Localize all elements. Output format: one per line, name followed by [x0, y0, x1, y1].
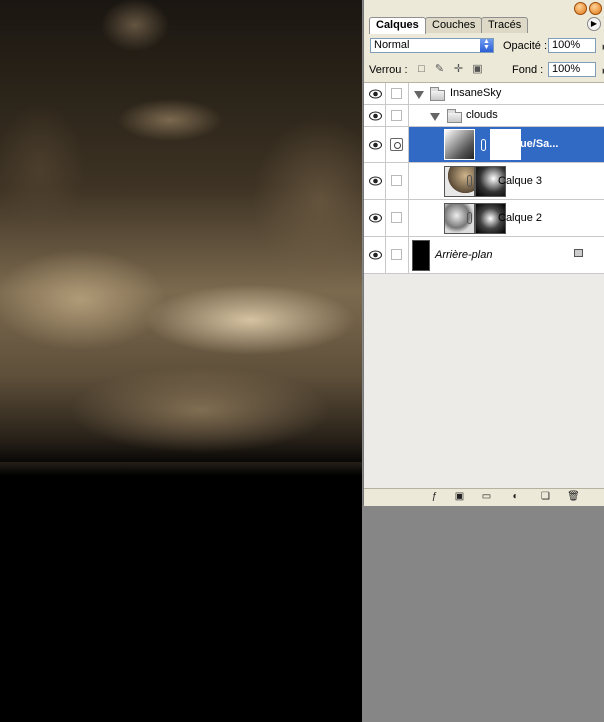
tab-calques[interactable]: Calques [369, 17, 426, 34]
visibility-cell [364, 163, 386, 199]
fill-value: 100% [552, 63, 581, 75]
eye-icon[interactable] [369, 89, 382, 99]
lock-label: Verrou : [369, 64, 408, 76]
visibility-cell [364, 105, 386, 126]
palette-tabs: Calques Couches Tracés ▶ [364, 0, 604, 34]
link-cell [386, 127, 409, 162]
trash-icon[interactable]: 🗑 [567, 491, 580, 503]
expand-triangle-icon[interactable] [414, 91, 424, 99]
link-cell [386, 200, 409, 236]
blend-mode-select[interactable]: Normal ▲ ▼ [370, 38, 494, 53]
adjustment-thumbnail[interactable] [444, 129, 475, 160]
adjustment-layer-icon[interactable]: ◐ [509, 491, 522, 503]
link-checkbox[interactable] [391, 212, 402, 223]
layer-name[interactable]: Calque 2 [498, 212, 542, 224]
mask-link-icon[interactable] [390, 138, 403, 151]
visibility-cell [364, 200, 386, 236]
folder-icon [430, 87, 445, 101]
layers-palette: Calques Couches Tracés ▶ Normal ▲ ▼ Opaci… [363, 0, 604, 506]
eye-icon[interactable] [369, 176, 382, 186]
layer-name[interactable]: clouds [466, 109, 498, 121]
background-thumbnail[interactable] [412, 240, 430, 271]
layer-name[interactable]: Hue/Sa... [512, 138, 558, 150]
document-canvas[interactable] [0, 0, 362, 722]
layer-row-arriere-plan[interactable]: Arrière-plan [364, 237, 604, 274]
tab-traces[interactable]: Tracés [481, 17, 529, 33]
chain-link-icon[interactable] [481, 139, 486, 151]
layer-row-hue-saturation[interactable]: Hue/Sa... [364, 127, 604, 163]
sky-image [0, 0, 362, 470]
visibility-cell [364, 237, 386, 273]
opacity-input[interactable]: 100% ▶ [548, 38, 604, 53]
link-cell [386, 237, 409, 273]
layer-style-icon[interactable]: ƒ [428, 491, 441, 503]
eye-icon[interactable] [369, 213, 382, 223]
layer-name[interactable]: Calque 3 [498, 175, 542, 187]
minimize-icon[interactable] [574, 2, 587, 15]
palette-bottom-toolbar: ƒ ▣ ▭ ◐ ❏ 🗑 [364, 488, 604, 506]
chain-link-icon[interactable] [467, 212, 472, 224]
tab-couches[interactable]: Couches [425, 17, 483, 33]
link-checkbox[interactable] [391, 110, 402, 121]
link-checkbox[interactable] [391, 175, 402, 186]
eye-icon[interactable] [369, 250, 382, 260]
fill-label: Fond : [512, 64, 544, 76]
layer-list[interactable]: InsaneSky clouds Hue/Sa... Calque 3 Calq… [364, 83, 604, 488]
new-layer-icon[interactable]: ❏ [539, 491, 552, 503]
layer-row-insanesky[interactable]: InsaneSky [364, 83, 604, 105]
blend-mode-value: Normal [374, 39, 410, 51]
visibility-cell [364, 127, 386, 162]
layer-row-clouds[interactable]: clouds [364, 105, 604, 127]
visibility-cell [364, 83, 386, 104]
lock-position-icon[interactable]: ✛ [452, 63, 465, 76]
link-cell [386, 105, 409, 126]
layer-row-calque-3[interactable]: Calque 3 [364, 163, 604, 200]
expand-triangle-icon[interactable] [430, 113, 440, 121]
chain-link-icon[interactable] [467, 175, 472, 187]
eye-icon[interactable] [369, 111, 382, 121]
new-group-icon[interactable]: ▭ [480, 491, 493, 503]
lock-transparency-icon[interactable]: □ [415, 63, 428, 76]
fill-input[interactable]: 100% ▶ [548, 62, 604, 77]
blend-row: Normal ▲▼ Opacité : 100% ▶ [364, 35, 604, 57]
link-cell [386, 163, 409, 199]
layer-row-calque-2[interactable]: Calque 2 [364, 200, 604, 237]
eye-icon[interactable] [369, 140, 382, 150]
link-cell [386, 83, 409, 104]
opacity-label: Opacité : [503, 40, 548, 52]
layer-name[interactable]: Arrière-plan [435, 249, 492, 261]
close-icon[interactable] [589, 2, 602, 15]
link-checkbox[interactable] [391, 88, 402, 99]
lock-icon [574, 249, 583, 257]
add-mask-icon[interactable]: ▣ [453, 491, 466, 503]
lock-pixels-icon[interactable]: ✎ [433, 63, 446, 76]
link-checkbox[interactable] [391, 249, 402, 260]
opacity-value: 100% [552, 39, 581, 51]
horizon-shadow [0, 462, 362, 476]
lock-row: Verrou : □ ✎ ✛ ▣ Fond : 100% ▶ [364, 58, 604, 83]
palette-menu-icon[interactable]: ▶ [587, 17, 601, 31]
folder-icon [447, 109, 462, 123]
lock-all-icon[interactable]: ▣ [471, 63, 484, 76]
select-arrow-icon: ▲ ▼ [480, 38, 493, 52]
layer-name[interactable]: InsaneSky [450, 87, 501, 99]
